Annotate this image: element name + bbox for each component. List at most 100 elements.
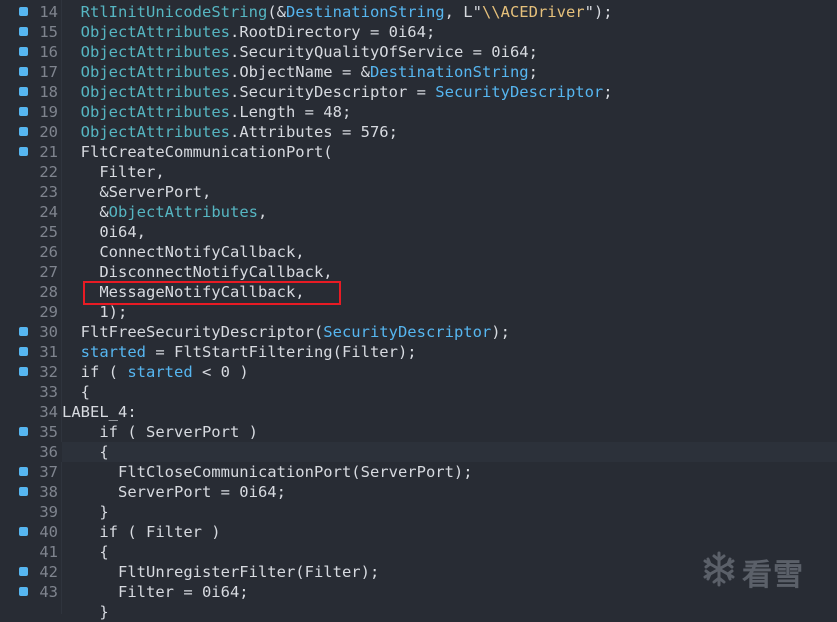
line-gutter[interactable]: 33 [0,382,62,402]
breakpoint-marker-icon[interactable] [19,427,28,436]
code-line[interactable]: 17 ObjectAttributes.ObjectName = &Destin… [0,62,837,82]
code-line[interactable]: 33 { [0,382,837,402]
breakpoint-marker-icon[interactable] [19,127,28,136]
code-line[interactable]: 39 } [0,502,837,522]
line-gutter[interactable]: 20 [0,122,62,142]
code-text[interactable]: ConnectNotifyCallback, [62,242,304,262]
code-line[interactable]: 23 &ServerPort, [0,182,837,202]
line-gutter[interactable]: 15 [0,22,62,42]
code-text[interactable]: { [62,382,90,402]
code-text[interactable]: ObjectAttributes.ObjectName = &Destinati… [62,62,538,82]
line-gutter[interactable]: 24 [0,202,62,222]
breakpoint-marker-icon[interactable] [19,487,28,496]
breakpoint-marker-icon[interactable] [19,27,28,36]
code-text[interactable]: ObjectAttributes.SecurityDescriptor = Se… [62,82,613,102]
code-text[interactable]: LABEL_4: [62,402,137,422]
line-gutter[interactable]: 18 [0,82,62,102]
code-text[interactable]: if ( ServerPort ) [62,422,258,442]
line-gutter[interactable]: 23 [0,182,62,202]
code-editor[interactable]: 14 RtlInitUnicodeString(&DestinationStri… [0,0,837,621]
breakpoint-marker-icon[interactable] [19,467,28,476]
code-text[interactable]: 1); [62,302,127,322]
code-line[interactable]: 40 if ( Filter ) [0,522,837,542]
code-line[interactable]: 16 ObjectAttributes.SecurityQualityOfSer… [0,42,837,62]
code-line[interactable]: 35 if ( ServerPort ) [0,422,837,442]
code-line[interactable]: 37 FltCloseCommunicationPort(ServerPort)… [0,462,837,482]
line-gutter[interactable]: 14 [0,2,62,22]
breakpoint-marker-icon[interactable] [19,107,28,116]
code-line[interactable]: 20 ObjectAttributes.Attributes = 576; [0,122,837,142]
code-text[interactable]: FltUnregisterFilter(Filter); [62,562,379,582]
line-gutter[interactable]: 38 [0,482,62,502]
code-text[interactable]: ObjectAttributes.SecurityQualityOfServic… [62,42,538,62]
breakpoint-marker-icon[interactable] [19,587,28,596]
code-line[interactable]: 25 0i64, [0,222,837,242]
code-text[interactable]: FltCloseCommunicationPort(ServerPort); [62,462,473,482]
line-gutter[interactable]: 30 [0,322,62,342]
breakpoint-marker-icon[interactable] [19,7,28,16]
code-text[interactable]: FltCreateCommunicationPort( [62,142,333,162]
code-line[interactable]: 22 Filter, [0,162,837,182]
line-gutter[interactable]: 26 [0,242,62,262]
code-line[interactable]: 32 if ( started < 0 ) [0,362,837,382]
line-gutter[interactable]: 36 [0,442,62,462]
breakpoint-marker-icon[interactable] [19,87,28,96]
line-gutter[interactable]: 43 [0,582,62,602]
code-line[interactable]: } [0,602,837,622]
line-gutter[interactable]: 21 [0,142,62,162]
code-text[interactable]: ObjectAttributes.RootDirectory = 0i64; [62,22,436,42]
code-text[interactable]: ServerPort = 0i64; [62,482,286,502]
code-text[interactable]: ObjectAttributes.Length = 48; [62,102,352,122]
code-text[interactable]: RtlInitUnicodeString(&DestinationString,… [62,2,613,22]
line-gutter[interactable]: 31 [0,342,62,362]
code-line[interactable]: 34 LABEL_4: [0,402,837,422]
code-text[interactable]: } [62,502,108,522]
code-text[interactable]: &ServerPort, [62,182,211,202]
code-line[interactable]: 18 ObjectAttributes.SecurityDescriptor =… [0,82,837,102]
code-text[interactable]: ObjectAttributes.Attributes = 576; [62,122,398,142]
breakpoint-marker-icon[interactable] [19,67,28,76]
line-gutter[interactable]: 25 [0,222,62,242]
line-gutter[interactable]: 42 [0,562,62,582]
code-text[interactable]: &ObjectAttributes, [62,202,267,222]
code-text[interactable]: DisconnectNotifyCallback, [62,262,332,282]
code-text[interactable]: 0i64, [62,222,146,242]
code-line[interactable]: 24 &ObjectAttributes, [0,202,837,222]
line-gutter[interactable]: 34 [0,402,62,422]
code-text[interactable]: { [62,542,108,562]
code-text[interactable]: FltFreeSecurityDescriptor(SecurityDescri… [62,322,510,342]
breakpoint-marker-icon[interactable] [19,367,28,376]
line-gutter[interactable]: 32 [0,362,62,382]
line-gutter[interactable] [0,602,62,622]
line-gutter[interactable]: 41 [0,542,62,562]
code-text[interactable]: Filter, [62,162,164,182]
breakpoint-marker-icon[interactable] [19,347,28,356]
line-gutter[interactable]: 35 [0,422,62,442]
code-line[interactable]: 27 DisconnectNotifyCallback, [0,262,837,282]
line-gutter[interactable]: 39 [0,502,62,522]
line-gutter[interactable]: 37 [0,462,62,482]
code-text[interactable]: if ( Filter ) [62,522,220,542]
breakpoint-marker-icon[interactable] [19,567,28,576]
code-line[interactable]: 29 1); [0,302,837,322]
code-text[interactable]: if ( started < 0 ) [62,362,249,382]
code-line[interactable]: 31 started = FltStartFiltering(Filter); [0,342,837,362]
line-gutter[interactable]: 17 [0,62,62,82]
breakpoint-marker-icon[interactable] [19,47,28,56]
code-line[interactable]: 26 ConnectNotifyCallback, [0,242,837,262]
code-line[interactable]: 21 FltCreateCommunicationPort( [0,142,837,162]
line-gutter[interactable]: 19 [0,102,62,122]
code-line[interactable]: 30 FltFreeSecurityDescriptor(SecurityDes… [0,322,837,342]
code-line[interactable]: 19 ObjectAttributes.Length = 48; [0,102,837,122]
code-line[interactable]: 15 ObjectAttributes.RootDirectory = 0i64… [0,22,837,42]
code-text[interactable]: started = FltStartFiltering(Filter); [62,342,417,362]
breakpoint-marker-icon[interactable] [19,147,28,156]
code-line[interactable]: 36 { [0,442,837,462]
line-gutter[interactable]: 27 [0,262,62,282]
code-line[interactable]: 38 ServerPort = 0i64; [0,482,837,502]
code-text[interactable]: Filter = 0i64; [62,582,249,602]
line-gutter[interactable]: 40 [0,522,62,542]
line-gutter[interactable]: 16 [0,42,62,62]
code-text[interactable]: { [62,442,108,462]
breakpoint-marker-icon[interactable] [19,327,28,336]
